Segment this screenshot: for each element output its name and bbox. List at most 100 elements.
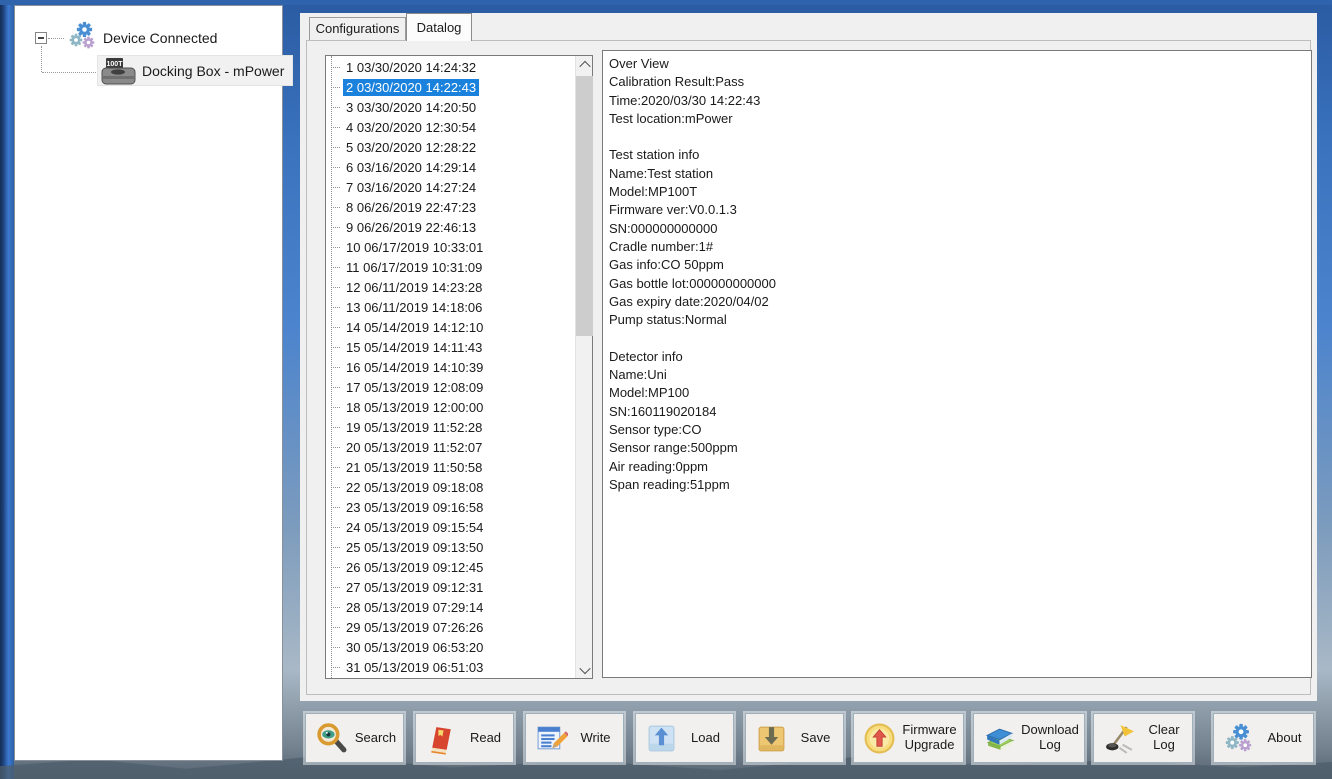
datalog-entry[interactable]: 17 05/13/2019 12:08:09: [326, 377, 575, 397]
datalog-entry[interactable]: 15 05/14/2019 14:11:43: [326, 337, 575, 357]
detail-line: Model:MP100: [609, 385, 690, 401]
detail-line: Pump status:Normal: [609, 312, 727, 328]
search-button[interactable]: Search: [303, 711, 406, 765]
docking-box-icon: [100, 57, 138, 85]
datalog-entry[interactable]: 30 05/13/2019 06:53:20: [326, 637, 575, 657]
datalog-entry[interactable]: 13 06/11/2019 14:18:06: [326, 297, 575, 317]
datalog-entry[interactable]: 24 05/13/2019 09:15:54: [326, 517, 575, 537]
datalog-entry[interactable]: 4 03/20/2020 12:30:54: [326, 117, 575, 137]
detail-line: Air reading:0ppm: [609, 458, 708, 474]
firmware-upgrade-button[interactable]: Firmware Upgrade: [851, 711, 966, 765]
datalog-entry[interactable]: 9 06/26/2019 22:46:13: [326, 217, 575, 237]
scroll-down-icon[interactable]: [576, 661, 593, 678]
datalog-entry[interactable]: 2 03/30/2020 14:22:43: [326, 77, 575, 97]
datalog-entry[interactable]: 31 05/13/2019 06:51:03: [326, 657, 575, 677]
tab-datalog[interactable]: Datalog: [406, 13, 472, 41]
detail-line: Name:Uni: [609, 367, 667, 383]
toolbar-button-label: Read: [469, 729, 502, 745]
detail-line: Test location:mPower: [609, 110, 733, 126]
tree-item-label: Docking Box - mPower: [142, 63, 285, 79]
toolbar-button-icon: [315, 722, 348, 755]
toolbar-button-icon: [425, 722, 458, 755]
tree-item-device-connected[interactable]: Device Connected: [103, 30, 217, 46]
detail-line: Cradle number:1#: [609, 238, 714, 254]
toolbar-button-label: About: [1267, 729, 1302, 745]
toolbar-button-icon: [863, 722, 896, 755]
detail-line: Span reading:51ppm: [609, 476, 730, 492]
datalog-entry[interactable]: 18 05/13/2019 12:00:00: [326, 397, 575, 417]
toolbar-button-label: Load: [691, 729, 720, 745]
detail-line: Detector info: [609, 348, 683, 364]
toolbar-button-icon: [983, 722, 1016, 755]
datalog-entry[interactable]: 11 06/17/2019 10:31:09: [326, 257, 575, 277]
detail-line: Calibration Result:Pass: [609, 74, 745, 90]
detail-line: Test station info: [609, 147, 700, 163]
datalog-list[interactable]: 1 03/30/2020 14:24:32 2 03/30/2020 14:22…: [325, 55, 593, 679]
detail-line: Model:MP100T: [609, 184, 698, 200]
scroll-up-icon[interactable]: [576, 56, 593, 73]
datalog-entry[interactable]: 22 05/13/2019 09:18:08: [326, 477, 575, 497]
toolbar-button-icon: [645, 722, 678, 755]
tree-connector: [48, 38, 64, 39]
detail-line: Time:2020/03/30 14:22:43: [609, 92, 761, 108]
datalog-entry[interactable]: 6 03/16/2020 14:29:14: [326, 157, 575, 177]
scrollbar-thumb[interactable]: [576, 76, 593, 336]
datalog-list-scrollbar[interactable]: [575, 56, 593, 678]
datalog-entry[interactable]: 8 06/26/2019 22:47:23: [326, 197, 575, 217]
detail-line: SN:160119020184: [609, 403, 717, 419]
datalog-entry[interactable]: 10 06/17/2019 10:33:01: [326, 237, 575, 257]
datalog-entry[interactable]: 3 03/30/2020 14:20:50: [326, 97, 575, 117]
toolbar-button-label: Save: [800, 729, 831, 745]
detail-line: [609, 128, 1305, 146]
datalog-entry[interactable]: 29 05/13/2019 07:26:26: [326, 617, 575, 637]
datalog-entry[interactable]: 19 05/13/2019 11:52:28: [326, 417, 575, 437]
toolbar-button-icon: [1223, 722, 1256, 755]
toolbar-button-icon: [1103, 722, 1136, 755]
detail-line: SN:000000000000: [609, 220, 718, 236]
datalog-entry[interactable]: 28 05/13/2019 07:29:14: [326, 597, 575, 617]
detail-line: Over View: [609, 56, 669, 71]
datalog-entry[interactable]: 20 05/13/2019 11:52:07: [326, 437, 575, 457]
datalog-detail-panel: Over View Calibration Result:Pass Time:2…: [602, 50, 1312, 678]
detail-line: Name:Test station: [609, 165, 714, 181]
datalog-entry[interactable]: 14 05/14/2019 14:12:10: [326, 317, 575, 337]
toolbar-button-label: Search: [354, 729, 397, 745]
toolbar-button-icon: [755, 722, 788, 755]
tree-item-docking-box[interactable]: Docking Box - mPower: [97, 55, 293, 86]
detail-line: Gas info:CO 50ppm: [609, 257, 724, 273]
toolbar: Search Read Write Load Save Firmware Upg…: [0, 711, 1332, 765]
detail-line: Gas bottle lot:000000000000: [609, 275, 776, 291]
toolbar-button-label: Clear Log: [1148, 722, 1180, 752]
datalog-entry[interactable]: 27 05/13/2019 09:12:31: [326, 577, 575, 597]
detail-line: [609, 329, 1305, 347]
datalog-entry[interactable]: 25 05/13/2019 09:13:50: [326, 537, 575, 557]
datalog-entry[interactable]: 5 03/20/2020 12:28:22: [326, 137, 575, 157]
toolbar-button-label: Download Log: [1021, 722, 1079, 752]
datalog-entry[interactable]: 1 03/30/2020 14:24:32: [326, 57, 575, 77]
download-log-button[interactable]: Download Log: [971, 711, 1087, 765]
detail-line: Sensor type:CO: [609, 421, 702, 437]
datalog-entry[interactable]: 26 05/13/2019 09:12:45: [326, 557, 575, 577]
tree-connector: [42, 72, 96, 73]
read-button[interactable]: Read: [413, 711, 516, 765]
toolbar-button-label: Write: [580, 729, 611, 745]
toolbar-button-icon: [535, 722, 568, 755]
toolbar-button-label: Firmware Upgrade: [902, 722, 957, 752]
datalog-entry[interactable]: 21 05/13/2019 11:50:58: [326, 457, 575, 477]
tree-expander-icon[interactable]: [35, 32, 47, 44]
datalog-entry[interactable]: 12 06/11/2019 14:23:28: [326, 277, 575, 297]
load-button[interactable]: Load: [633, 711, 736, 765]
about-button[interactable]: About: [1211, 711, 1316, 765]
detail-line: Sensor range:500ppm: [609, 440, 738, 456]
detail-line: Firmware ver:V0.0.1.3: [609, 202, 737, 218]
datalog-entry[interactable]: 16 05/14/2019 14:10:39: [326, 357, 575, 377]
datalog-entry[interactable]: 7 03/16/2020 14:27:24: [326, 177, 575, 197]
tab-configurations[interactable]: Configurations: [309, 17, 406, 40]
datalog-entry[interactable]: 23 05/13/2019 09:16:58: [326, 497, 575, 517]
desktop-left-edge: [0, 0, 14, 779]
save-button[interactable]: Save: [743, 711, 846, 765]
write-button[interactable]: Write: [523, 711, 626, 765]
device-tree-panel: Device Connected Docking Box - mPower: [14, 5, 293, 761]
tree-connector: [41, 46, 42, 72]
clear-log-button[interactable]: Clear Log: [1091, 711, 1195, 765]
